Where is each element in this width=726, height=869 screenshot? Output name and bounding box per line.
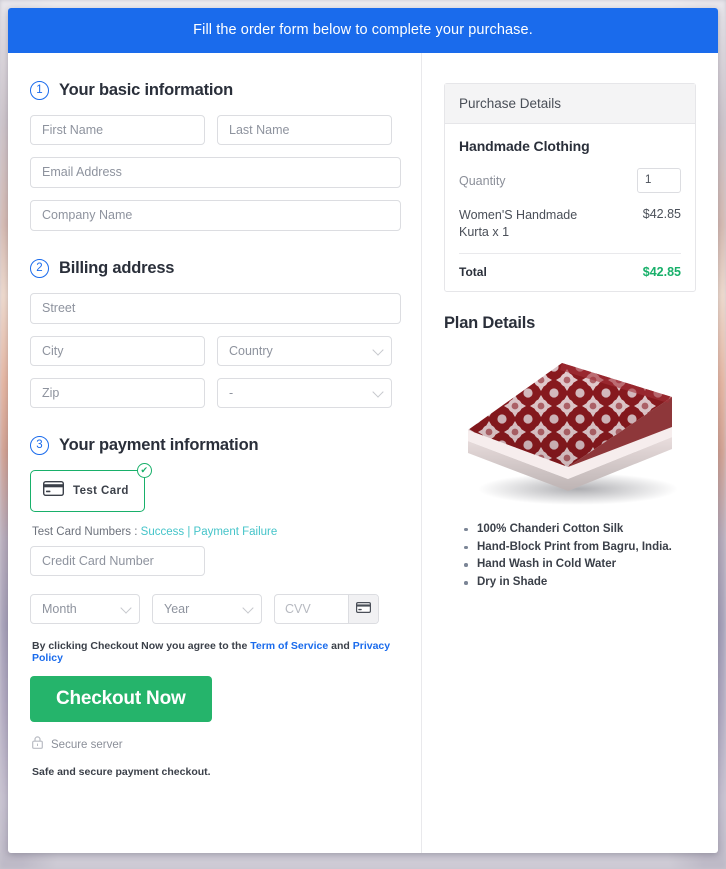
zip-input[interactable]: Zip	[30, 378, 205, 408]
checkout-now-button[interactable]: Checkout Now	[30, 676, 212, 722]
expiry-month-select[interactable]: Month	[30, 594, 140, 624]
city-input[interactable]: City	[30, 336, 205, 366]
country-select-value: Country	[229, 344, 273, 358]
test-card-success-link[interactable]: Success	[141, 526, 184, 538]
expiry-year-value: Year	[164, 602, 190, 616]
list-item: 100% Chanderi Cotton Silk	[464, 521, 696, 539]
lock-icon	[32, 736, 43, 754]
step-number-2: 2	[30, 259, 49, 278]
line-item-name: Women'S Handmade Kurta x 1	[459, 208, 578, 239]
expiry-month-value: Month	[42, 602, 77, 616]
test-card-note-prefix: Test Card Numbers :	[32, 526, 138, 538]
state-select[interactable]: -	[217, 378, 392, 408]
payment-method-label: Test Card	[73, 485, 129, 497]
state-select-value: -	[229, 386, 234, 400]
purchase-details-title: Purchase Details	[445, 84, 695, 124]
purchase-details-panel: Purchase Details Handmade Clothing Quant…	[444, 83, 696, 292]
secure-server-row: Secure server	[32, 736, 401, 754]
order-form-column: 1 Your basic information First Name Last…	[8, 53, 422, 853]
check-circle-icon: ✔	[136, 463, 152, 478]
product-feature-list: 100% Chanderi Cotton Silk Hand-Block Pri…	[464, 521, 696, 592]
summary-column: Purchase Details Handmade Clothing Quant…	[422, 53, 718, 853]
expiry-cvv-row: Month Year CVV	[30, 594, 401, 624]
section-heading-basic-information: 1 Your basic information	[30, 81, 401, 100]
credit-card-number-row: Credit Card Number	[30, 546, 401, 576]
order-total-row: Total $42.85	[459, 254, 681, 279]
product-name: Handmade Clothing	[459, 138, 590, 154]
total-label: Total	[459, 264, 487, 279]
test-card-numbers-note: Test Card Numbers : Success | Payment Fa…	[32, 526, 401, 538]
list-item: Dry in Shade	[464, 574, 696, 592]
company-name-input[interactable]: Company Name	[30, 200, 401, 231]
terms-agreement-text: By clicking Checkout Now you agree to th…	[32, 640, 401, 664]
step-number-3: 3	[30, 436, 49, 455]
chevron-down-icon	[372, 344, 384, 356]
list-item: Hand-Block Print from Bagru, India.	[464, 539, 696, 557]
payment-method-list: Test Card ✔	[30, 463, 401, 512]
first-name-input[interactable]: First Name	[30, 115, 205, 145]
total-value: $42.85	[642, 264, 681, 279]
quantity-input[interactable]: 1	[637, 168, 681, 193]
chevron-down-icon	[372, 386, 384, 398]
cvv-help-button[interactable]	[348, 595, 378, 623]
email-field-row: Email Address	[30, 157, 401, 188]
terms-of-service-link[interactable]: Term of Service	[250, 640, 328, 652]
quantity-row: Quantity 1	[459, 168, 681, 193]
step-number-1: 1	[30, 81, 49, 100]
credit-card-number-input[interactable]: Credit Card Number	[30, 546, 205, 576]
cvv-input[interactable]: CVV	[275, 595, 348, 623]
terms-prefix: By clicking Checkout Now you agree to th…	[32, 640, 248, 652]
secure-server-label: Secure server	[51, 739, 123, 751]
quantity-label: Quantity	[459, 173, 506, 188]
company-field-row: Company Name	[30, 200, 401, 231]
name-field-row: First Name Last Name	[30, 115, 401, 145]
test-card-failure-link[interactable]: Payment Failure	[194, 526, 278, 538]
purchase-details-body: Handmade Clothing Quantity 1 Women'S Han…	[445, 124, 695, 291]
line-item-price: $42.85	[642, 207, 681, 221]
section-title-payment-information: Your payment information	[59, 436, 259, 454]
plan-details-title: Plan Details	[444, 313, 536, 332]
street-input[interactable]: Street	[30, 293, 401, 324]
email-input[interactable]: Email Address	[30, 157, 401, 188]
terms-and: and	[331, 640, 350, 652]
section-title-billing-address: Billing address	[59, 259, 175, 277]
cvv-field-group: CVV	[274, 594, 379, 624]
instruction-banner: Fill the order form below to complete yo…	[8, 8, 718, 53]
country-select[interactable]: Country	[217, 336, 392, 366]
payment-method-test-card[interactable]: Test Card ✔	[30, 463, 152, 512]
section-heading-billing-address: 2 Billing address	[30, 259, 401, 278]
chevron-down-icon	[242, 602, 254, 614]
zip-state-row: Zip -	[30, 378, 401, 408]
checkout-card: Fill the order form below to complete yo…	[8, 8, 718, 853]
credit-card-icon	[356, 600, 372, 618]
product-image	[444, 341, 696, 511]
credit-card-icon	[42, 480, 65, 501]
city-country-row: City Country	[30, 336, 401, 366]
order-line-item: Women'S Handmade Kurta x 1 $42.85	[459, 207, 681, 254]
last-name-input[interactable]: Last Name	[217, 115, 392, 145]
section-heading-payment-information: 3 Your payment information	[30, 436, 401, 455]
checkout-columns: 1 Your basic information First Name Last…	[8, 53, 718, 853]
safe-checkout-note: Safe and secure payment checkout.	[32, 766, 211, 778]
list-item: Hand Wash in Cold Water	[464, 556, 696, 574]
test-card-note-separator: |	[187, 526, 191, 538]
chevron-down-icon	[120, 602, 132, 614]
section-title-basic-information: Your basic information	[59, 81, 234, 99]
street-field-row: Street	[30, 293, 401, 324]
expiry-year-select[interactable]: Year	[152, 594, 262, 624]
